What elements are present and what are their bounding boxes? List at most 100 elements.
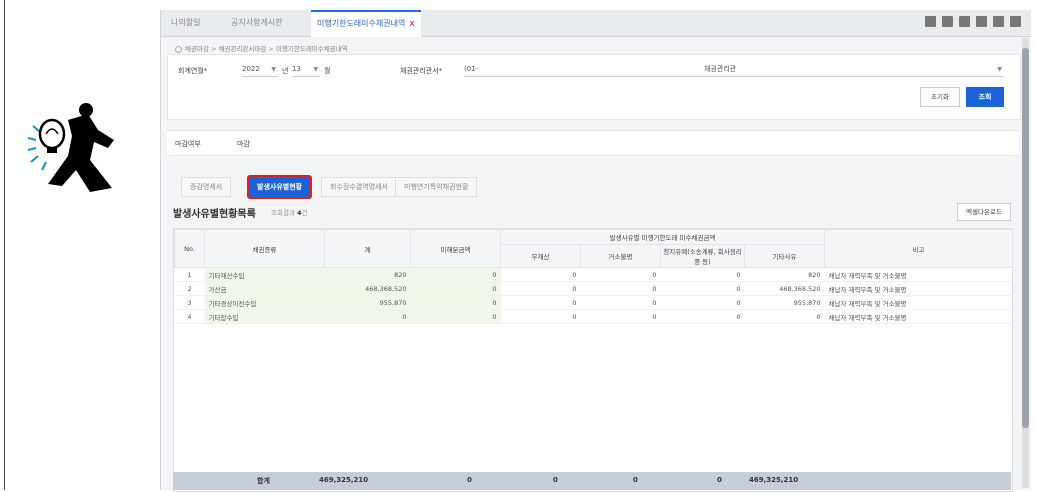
table-row[interactable]: 4 기타잡수입 0 0 0 0 0 0 채납자 재력부족 및 거소불명 xyxy=(174,309,1013,324)
result-count-unit: 건 xyxy=(301,209,308,217)
footer-total: 469,325,210 xyxy=(319,476,369,484)
footer-s4: 469,325,210 xyxy=(749,476,799,484)
cell-s4: 820 xyxy=(744,267,825,282)
cell-total: 468,368,520 xyxy=(324,281,411,296)
cell-type: 기타경상이전수입 xyxy=(204,295,325,310)
layout-grid-icon[interactable] xyxy=(925,16,936,27)
cell-collected: 0 xyxy=(410,295,501,310)
footer-s1: 0 xyxy=(553,476,558,484)
excel-download-button[interactable]: 엑셀다운로드 xyxy=(957,203,1011,221)
cell-s1: 0 xyxy=(500,309,581,324)
year-value: 2022 xyxy=(242,65,260,73)
year-select[interactable]: 2022 ▼ xyxy=(242,63,278,77)
tab-label: 공지사항게시판 xyxy=(231,18,283,27)
cell-no: 1 xyxy=(174,267,205,282)
scrollbar[interactable] xyxy=(1022,38,1029,488)
cell-type: 가산금 xyxy=(204,281,325,296)
cell-s2: 0 xyxy=(580,267,661,282)
reset-button[interactable]: 초기화 xyxy=(920,87,960,107)
cell-note: 채납자 재력부족 및 거소불명 xyxy=(824,309,1013,324)
cell-total: 955,870 xyxy=(324,295,411,310)
home-icon xyxy=(175,45,182,53)
page-left-border xyxy=(4,0,5,490)
chevron-down-icon: ▼ xyxy=(271,66,276,73)
close-status-value: 마감 xyxy=(237,140,250,148)
header-collected: 미해분금액 xyxy=(410,229,501,268)
cell-s3: 0 xyxy=(660,267,745,282)
header-no-assets: 무재산 xyxy=(500,244,581,268)
subtab-deferral-status[interactable]: 미행연기특약채권현황 xyxy=(395,177,478,197)
table-row[interactable]: 2 가산금 468,368,520 0 0 0 0 468,368,520 채납자 재력부족 및… xyxy=(174,281,1013,296)
search-panel: 회계연월* 2022 ▼ 년 13 ▼ 월 채권관리관서* (01- 채권관리관 ▼ 초… xyxy=(167,54,1021,120)
footer-s3: 0 xyxy=(717,476,722,484)
result-count-label: 조회결과 xyxy=(271,209,295,217)
subtab-change-statement[interactable]: 증감명세서 xyxy=(181,177,232,197)
tab-unmatured-receivables[interactable]: 미행기한도래미수채권내역 x xyxy=(311,10,421,37)
close-window-icon[interactable] xyxy=(1010,16,1021,27)
cell-s4: 468,368,520 xyxy=(744,281,825,296)
lightbulb-person-clipart xyxy=(28,103,114,192)
breadcrumb: 채권마감 > 채권관리관서마감 > 미행기한도래미수채권내역 xyxy=(175,43,348,53)
year-unit: 년 xyxy=(282,67,289,75)
header-unknown-address: 거소불명 xyxy=(580,244,661,268)
cell-collected: 0 xyxy=(410,281,501,296)
search-button[interactable]: 조회 xyxy=(966,87,1004,107)
month-value: 13 xyxy=(292,65,301,73)
chevron-down-icon: ▼ xyxy=(313,66,318,73)
cell-s2: 0 xyxy=(580,281,661,296)
office-label: 채권관리관서* xyxy=(400,67,443,75)
cell-s1: 0 xyxy=(500,281,581,296)
month-select[interactable]: 13 ▼ xyxy=(292,63,320,77)
header-group: 발생사유별 미행기한도래 미수채권금액 xyxy=(499,229,826,245)
subtab-by-reason[interactable]: 발생사유별현황 xyxy=(247,175,313,199)
table-footer: 합계 469,325,210 0 0 0 0 469,325,210 xyxy=(173,472,1011,490)
scrollbar-thumb[interactable] xyxy=(1022,48,1029,428)
split-icon[interactable] xyxy=(942,16,953,27)
cell-s4: 955,870 xyxy=(744,295,825,310)
app-window: 나의할일 공지사항게시판 미행기한도래미수채권내역 x 채권마감 > 채권관리관서… xyxy=(160,10,1031,492)
cell-no: 3 xyxy=(174,295,205,310)
cell-s1: 0 xyxy=(500,267,581,282)
result-count: 조회결과 4건 xyxy=(271,207,308,217)
tab-label: 나의할일 xyxy=(171,18,201,27)
table-row[interactable]: 3 기타경상이전수입 955,870 0 0 0 0 955,870 채납자 재력부족 및 거소… xyxy=(174,295,1013,310)
breadcrumb-text: 채권마감 > 채권관리관서마감 > 미행기한도래미수채권내역 xyxy=(185,45,348,53)
cell-s1: 0 xyxy=(500,295,581,310)
table-row[interactable]: 1 기타재산수입 820 0 0 0 0 820 채납자 재력부족 및 거소불명 xyxy=(174,267,1013,282)
cell-collected: 0 xyxy=(410,267,501,282)
cell-type: 기타잡수입 xyxy=(204,309,325,324)
cell-note: 채납자 재력부족 및 거소불명 xyxy=(824,267,1013,282)
cell-note: 채납자 재력부족 및 거소불명 xyxy=(824,281,1013,296)
chevron-down-icon: ▼ xyxy=(997,66,1002,73)
office-select[interactable]: (01- 채권관리관 ▼ xyxy=(464,63,1004,77)
cell-no: 2 xyxy=(174,281,205,296)
office-code: (01- xyxy=(464,65,479,73)
tab-my-tasks[interactable]: 나의할일 xyxy=(165,10,206,36)
tab-label: 미행기한도래미수채권내역 xyxy=(317,19,406,28)
result-table: No. 채권종류 계 미해분금액 발생사유별 미행기한도래 미수채권금액 비고 … xyxy=(174,229,1014,324)
footer-s2: 0 xyxy=(633,476,638,484)
close-status-label: 마감여부 xyxy=(175,140,201,148)
cell-total: 820 xyxy=(324,267,411,282)
cell-s2: 0 xyxy=(580,309,661,324)
footer-label: 합계 xyxy=(257,477,270,485)
window-controls xyxy=(925,16,1021,27)
tab-notice-board[interactable]: 공지사항게시판 xyxy=(225,10,289,36)
cell-no: 4 xyxy=(174,309,205,324)
list-title: 발생사유별현황목록 xyxy=(173,209,256,220)
header-no: No. xyxy=(174,229,205,268)
subtab-collection-statement[interactable]: 회수징수결역명세서 xyxy=(321,177,397,197)
close-icon[interactable]: x xyxy=(409,19,414,29)
cell-s3: 0 xyxy=(660,295,745,310)
minimize-icon[interactable] xyxy=(976,16,987,27)
data-grid: No. 채권종류 계 미해분금액 발생사유별 미행기한도래 미수채권금액 비고 … xyxy=(173,228,1014,492)
cell-note: 채납자 재력부족 및 거소불명 xyxy=(824,295,1013,310)
cell-s3: 0 xyxy=(660,281,745,296)
header-deferral: 청지유예(소송계류, 회사정리중 등) xyxy=(660,244,745,268)
header-other: 기타사유 xyxy=(743,244,826,268)
office-name: 채권관리관 xyxy=(704,65,737,73)
columns-icon[interactable] xyxy=(959,16,970,27)
cell-s2: 0 xyxy=(580,295,661,310)
restore-icon[interactable] xyxy=(993,16,1004,27)
close-status-panel: 마감여부 마감 xyxy=(167,130,1019,156)
